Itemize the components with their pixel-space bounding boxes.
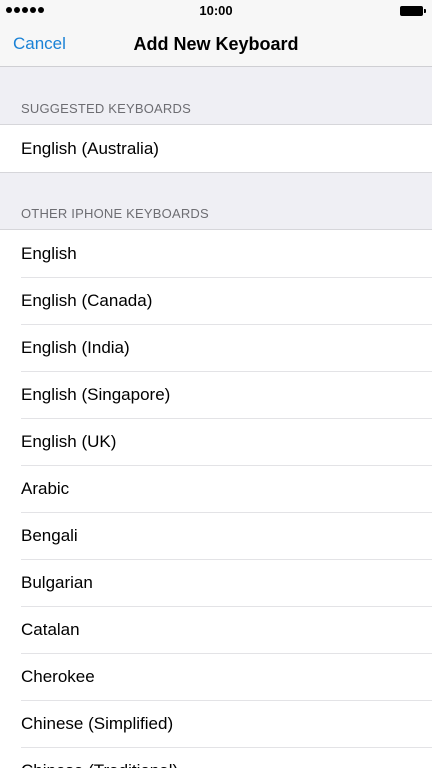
section-header-suggested: SUGGESTED KEYBOARDS <box>21 101 191 116</box>
status-bar: 10:00 <box>0 0 432 22</box>
section-header-other: OTHER IPHONE KEYBOARDS <box>21 206 209 221</box>
keyboard-row[interactable]: Cherokee <box>0 653 432 700</box>
keyboard-row[interactable]: Arabic <box>0 465 432 512</box>
status-time: 10:00 <box>199 3 233 18</box>
battery-icon <box>400 6 426 16</box>
keyboard-row[interactable]: English (Singapore) <box>0 371 432 418</box>
other-keyboards-list: English English (Canada) English (India)… <box>0 229 432 768</box>
cancel-button[interactable]: Cancel <box>13 34 66 54</box>
keyboard-row[interactable]: Chinese (Simplified) <box>0 700 432 747</box>
add-keyboard-screen: 10:00 Cancel Add New Keyboard SUGGESTED … <box>0 0 432 768</box>
keyboard-row[interactable]: Bulgarian <box>0 559 432 606</box>
suggested-keyboards-list: English (Australia) <box>0 124 432 173</box>
keyboard-row[interactable]: Chinese (Traditional) <box>0 747 432 768</box>
keyboard-row[interactable]: English (Australia) <box>0 125 432 172</box>
keyboard-row[interactable]: English (India) <box>0 324 432 371</box>
keyboard-row[interactable]: English (UK) <box>0 418 432 465</box>
keyboard-row[interactable]: Catalan <box>0 606 432 653</box>
keyboard-row[interactable]: English <box>0 230 432 277</box>
keyboard-row[interactable]: English (Canada) <box>0 277 432 324</box>
keyboard-row[interactable]: Bengali <box>0 512 432 559</box>
navigation-bar: Cancel Add New Keyboard <box>0 22 432 67</box>
